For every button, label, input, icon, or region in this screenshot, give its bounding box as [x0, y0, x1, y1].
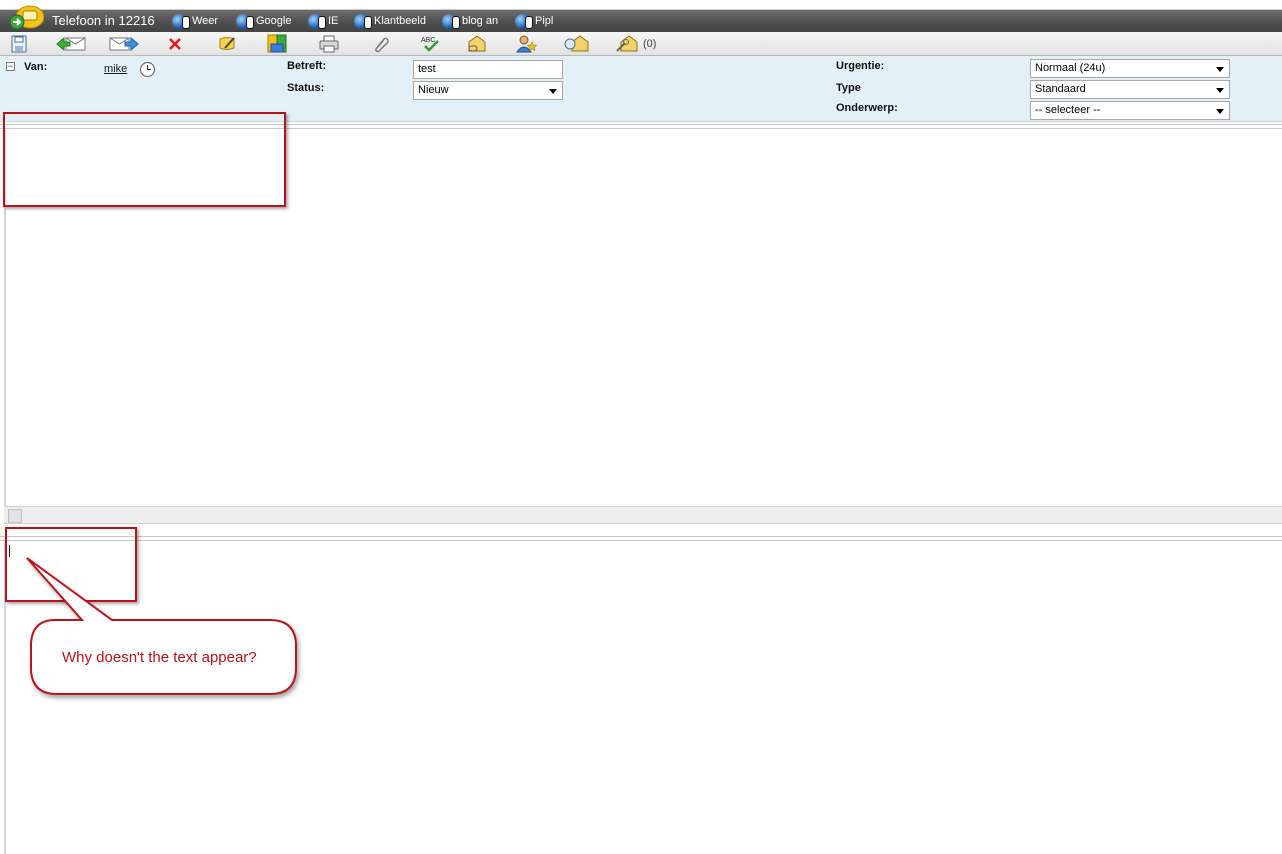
- callout-shape: [26, 557, 297, 695]
- callout-text: Why doesn't the text appear?: [62, 649, 257, 666]
- callout-bubble: [26, 557, 297, 695]
